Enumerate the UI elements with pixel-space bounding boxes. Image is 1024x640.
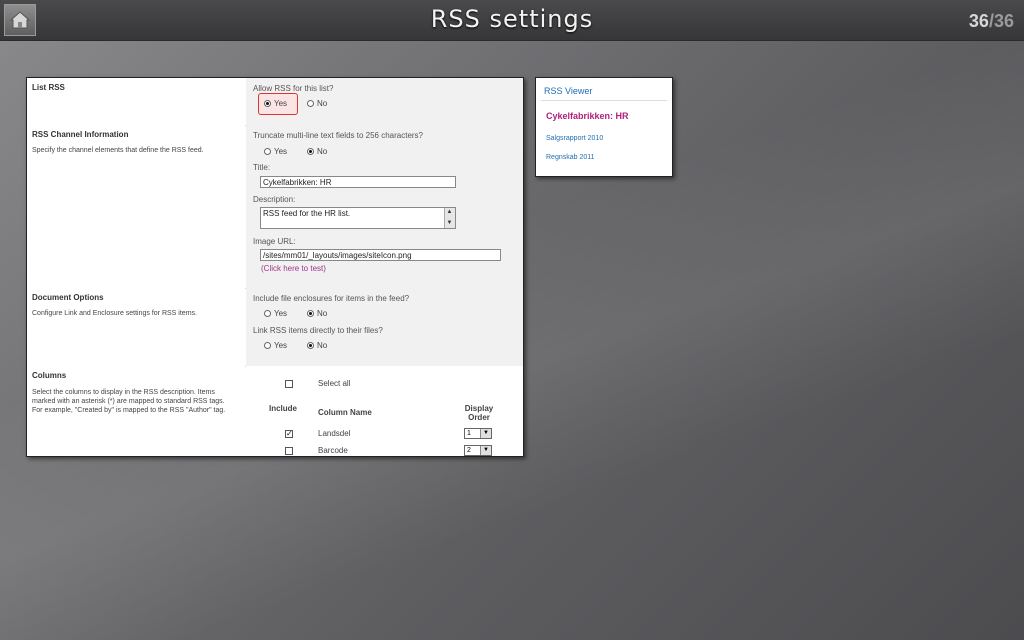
rss-settings-panel: List RSS Allow RSS for this list? Yes No…: [26, 77, 524, 457]
link-items-no-radio[interactable]: No: [307, 341, 327, 350]
title-label: Title:: [253, 163, 271, 172]
truncate-question: Truncate multi-line text fields to 256 c…: [253, 131, 424, 140]
section-description: Configure Link and Enclosure settings fo…: [32, 310, 197, 317]
header-display-order: Display Order: [464, 404, 494, 422]
select-all-label: Select all: [318, 379, 351, 388]
truncate-yes-radio[interactable]: Yes: [264, 147, 287, 156]
rss-viewer-webpart: RSS Viewer Cykelfabrikken: HR Salgsrappo…: [535, 77, 673, 177]
radio-button: [307, 100, 314, 107]
divider: [541, 100, 667, 101]
section-description: Specify the channel elements that define…: [32, 147, 204, 154]
radio-button: [264, 342, 271, 349]
viewer-heading: RSS Viewer: [544, 86, 593, 96]
link-items-yes-radio[interactable]: Yes: [264, 341, 287, 350]
test-image-link[interactable]: (Click here to test): [261, 264, 326, 273]
section-document-options: Document Options Configure Link and Encl…: [27, 288, 523, 367]
section-channel-info: RSS Channel Information Specify the chan…: [27, 125, 523, 289]
link-items-question: Link RSS items directly to their files?: [253, 326, 383, 335]
allow-rss-no-radio[interactable]: No: [307, 99, 327, 108]
radio-button-selected: [264, 100, 271, 107]
truncate-no-radio[interactable]: No: [307, 147, 327, 156]
image-url-input[interactable]: /sites/mm01/_layouts/images/siteIcon.png: [260, 249, 501, 261]
feed-item[interactable]: Salgsrapport 2010: [546, 135, 603, 142]
select-all-checkbox[interactable]: [285, 380, 293, 388]
header-column-name: Column Name: [318, 408, 372, 417]
allow-rss-yes-radio[interactable]: Yes: [264, 99, 287, 108]
row-2-column-name: Barcode: [318, 446, 348, 455]
section-list-rss: List RSS Allow RSS for this list? Yes No: [27, 78, 523, 126]
row-1-include-checkbox[interactable]: ✓: [285, 430, 293, 438]
title-bar: RSS settings 36/36: [0, 0, 1024, 41]
row-1-order-select[interactable]: 1 ▼: [464, 428, 492, 439]
description-textarea[interactable]: RSS feed for the HR list. ▲ ▼: [260, 207, 456, 229]
slide-counter: 36/36: [968, 11, 1014, 31]
row-2-include-checkbox[interactable]: [285, 447, 293, 455]
feed-item[interactable]: Regnskab 2011: [546, 154, 595, 161]
textarea-scrollbar[interactable]: ▲ ▼: [444, 208, 455, 228]
header-include: Include: [269, 404, 298, 413]
description-label: Description:: [253, 195, 296, 204]
chevron-down-icon: ▼: [480, 429, 491, 438]
enclosures-yes-radio[interactable]: Yes: [264, 309, 287, 318]
row-2-order-select[interactable]: 2 ▼: [464, 445, 492, 456]
feed-title: Cykelfabrikken: HR: [546, 111, 629, 121]
section-title: Document Options: [32, 293, 104, 302]
chevron-down-icon: ▼: [480, 446, 491, 455]
page-title: RSS settings: [430, 5, 594, 33]
radio-button-selected: [307, 148, 314, 155]
radio-button: [264, 148, 271, 155]
section-description: Select the columns to display in the RSS…: [32, 389, 226, 414]
section-title: RSS Channel Information: [32, 130, 129, 139]
enclosures-question: Include file enclosures for items in the…: [253, 294, 410, 303]
radio-button-selected: [307, 310, 314, 317]
image-url-label: Image URL:: [253, 237, 296, 246]
section-columns: Columns Select the columns to display in…: [27, 366, 523, 456]
title-input[interactable]: Cykelfabrikken: HR: [260, 176, 456, 188]
section-title: Columns: [32, 371, 67, 380]
radio-button: [264, 310, 271, 317]
enclosures-no-radio[interactable]: No: [307, 309, 327, 318]
section-title: List RSS: [32, 83, 65, 92]
allow-rss-question: Allow RSS for this list?: [253, 84, 334, 93]
row-1-column-name: Landsdel: [318, 429, 351, 438]
radio-button-selected: [307, 342, 314, 349]
